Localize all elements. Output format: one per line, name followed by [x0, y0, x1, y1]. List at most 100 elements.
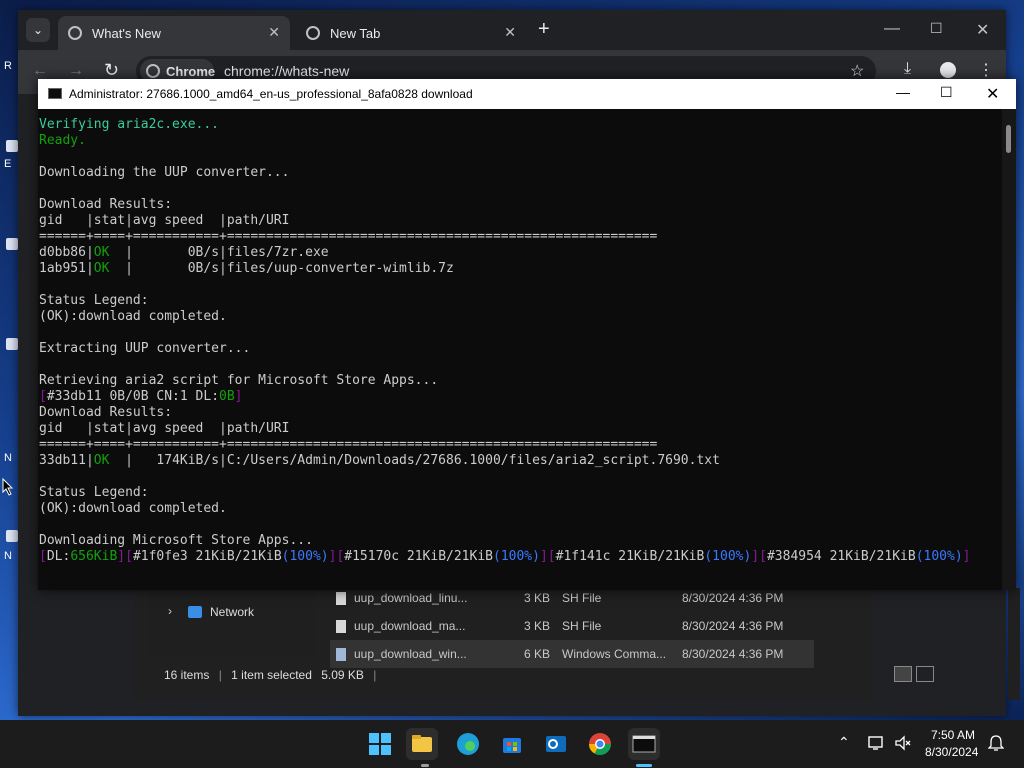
forward-icon[interactable]: → — [68, 62, 84, 80]
tab-whats-new[interactable]: What's New ✕ — [58, 16, 290, 50]
bracket: ] — [962, 549, 971, 564]
item-count: 16 items — [164, 668, 210, 682]
file-size: 3 KB — [524, 619, 551, 633]
network-status-icon[interactable] — [868, 735, 886, 751]
expand-chevron-icon[interactable]: › — [168, 604, 172, 618]
console-line: Downloading the UUP converter... — [39, 165, 290, 180]
row-text: | 0B/s|files/uup-converter-wimlib.7z — [109, 261, 454, 276]
outlook-taskbar-button[interactable] — [540, 728, 572, 760]
file-row[interactable]: uup_download_ma... 3 KB SH File 8/30/202… — [330, 612, 814, 640]
windows-logo-icon — [369, 733, 391, 755]
bracket: [ — [39, 389, 47, 404]
file-row-selected[interactable]: uup_download_win... 6 KB Windows Comma..… — [330, 640, 814, 668]
desktop-icon-label[interactable]: E — [4, 158, 11, 170]
tiles-view-icon[interactable] — [916, 666, 934, 682]
progress-text: #33db11 0B/0B CN:1 DL: — [46, 389, 220, 404]
console-line: Status Legend: — [39, 293, 149, 308]
new-tab-button[interactable]: + — [538, 18, 550, 41]
edge-taskbar-button[interactable] — [452, 728, 484, 760]
maximize-icon[interactable]: ☐ — [940, 84, 953, 101]
console-line: Download Results: — [39, 405, 173, 420]
folder-icon — [412, 735, 432, 752]
tab-search-chevron-icon[interactable]: ⌄ — [26, 18, 50, 42]
file-name: uup_download_ma... — [354, 619, 466, 633]
taskbar: ⌃ 7:50 AM 8/30/2024 — [0, 720, 1024, 768]
dl-value: 0B — [219, 389, 235, 404]
file-date: 8/30/2024 4:36 PM — [682, 619, 784, 633]
store-taskbar-button[interactable] — [496, 728, 528, 760]
gid-text: 1ab951| — [39, 261, 94, 276]
show-hidden-icons-chevron-icon[interactable]: ⌃ — [838, 734, 850, 751]
percent: (100%) — [704, 549, 752, 564]
progress-text: DL: — [46, 549, 71, 564]
reload-icon[interactable]: ↻ — [104, 60, 119, 81]
scrollbar-thumb[interactable] — [1006, 125, 1011, 153]
close-tab-icon[interactable]: ✕ — [504, 24, 516, 41]
file-date: 8/30/2024 4:36 PM — [682, 647, 784, 661]
close-icon[interactable]: ✕ — [976, 20, 989, 40]
chrome-taskbar-button[interactable] — [584, 728, 616, 760]
console-output: Verifying aria2c.exe... Ready. Downloadi… — [39, 117, 970, 565]
chrome-tabstrip: ⌄ What's New ✕ New Tab ✕ + — ☐ ✕ — [18, 10, 1006, 50]
console-line: Ready. — [39, 133, 86, 148]
tab-new-tab[interactable]: New Tab ✕ — [296, 16, 526, 50]
file-size: 3 KB — [524, 591, 551, 605]
cmd-scrollbar[interactable] — [1002, 109, 1016, 590]
desktop-icon-label[interactable]: N — [4, 452, 12, 464]
file-icon — [336, 591, 346, 605]
file-explorer-taskbar-button[interactable] — [406, 728, 438, 760]
terminal-icon — [632, 735, 656, 753]
desktop-icon-label[interactable]: N — [4, 550, 12, 562]
clock-date[interactable]: 8/30/2024 — [925, 745, 978, 759]
file-icon — [336, 619, 346, 633]
chrome-menu-icon[interactable]: ⋮ — [978, 60, 994, 80]
status-divider: | — [218, 668, 222, 682]
gid-text: 33db11| — [39, 453, 94, 468]
row-text: | 174KiB/s|C:/Users/Admin/Downloads/2768… — [109, 453, 720, 468]
url-text[interactable]: chrome://whats-new — [224, 63, 349, 79]
store-icon — [503, 738, 521, 753]
console-line: 33db11|OK | 174KiB/s|C:/Users/Admin/Down… — [39, 453, 720, 468]
status-ok: OK — [93, 453, 110, 468]
desktop-icon[interactable] — [6, 530, 18, 542]
clock-time[interactable]: 7:50 AM — [931, 728, 975, 742]
file-name: uup_download_win... — [354, 647, 467, 661]
bracket: ][ — [328, 549, 345, 564]
cmd-console[interactable]: Verifying aria2c.exe... Ready. Downloadi… — [38, 109, 1000, 590]
selection-count: 1 item selected — [231, 668, 312, 682]
explorer-status-bar: 16 items | 1 item selected 5.09 KB | — [164, 668, 376, 682]
tab-label: What's New — [92, 25, 161, 41]
percent: (100%) — [915, 549, 963, 564]
download-icon[interactable]: ⤓ — [904, 60, 911, 78]
file-name: uup_download_linu... — [354, 591, 468, 605]
back-icon[interactable]: ← — [32, 62, 48, 80]
desktop-icon-label[interactable]: R — [4, 60, 12, 72]
maximize-icon[interactable]: ☐ — [930, 20, 943, 37]
console-line: d0bb86|OK | 0B/s|files/7zr.exe — [39, 245, 329, 260]
volume-muted-icon[interactable] — [894, 735, 912, 751]
close-tab-icon[interactable]: ✕ — [268, 24, 280, 41]
bookmark-star-icon[interactable]: ☆ — [850, 61, 864, 81]
active-indicator — [636, 764, 652, 767]
console-line: (OK):download completed. — [39, 309, 227, 324]
chrome-favicon-icon — [306, 26, 320, 40]
cmd-titlebar[interactable]: Administrator: 27686.1000_amd64_en-us_pr… — [38, 79, 1016, 109]
status-ok: OK — [93, 245, 110, 260]
desktop-icon[interactable] — [6, 140, 18, 152]
notification-bell-icon[interactable] — [988, 734, 1004, 752]
profile-avatar-icon[interactable] — [940, 62, 956, 78]
nav-item-network[interactable]: Network — [210, 605, 254, 619]
desktop-icon[interactable] — [6, 238, 18, 250]
console-line: gid |stat|avg speed |path/URI — [39, 421, 290, 436]
close-icon[interactable]: ✕ — [986, 84, 999, 104]
start-button[interactable] — [364, 728, 396, 760]
minimize-icon[interactable]: — — [884, 20, 900, 38]
cmd-taskbar-button[interactable] — [628, 728, 660, 760]
cmd-file-icon — [336, 647, 346, 661]
minimize-icon[interactable]: — — [896, 84, 910, 100]
details-view-icon[interactable] — [894, 666, 912, 682]
explorer-scrollbar[interactable] — [1008, 588, 1020, 700]
chrome-icon — [589, 733, 611, 755]
desktop-icon[interactable] — [6, 338, 18, 350]
dl-value: 656KiB — [70, 549, 118, 564]
